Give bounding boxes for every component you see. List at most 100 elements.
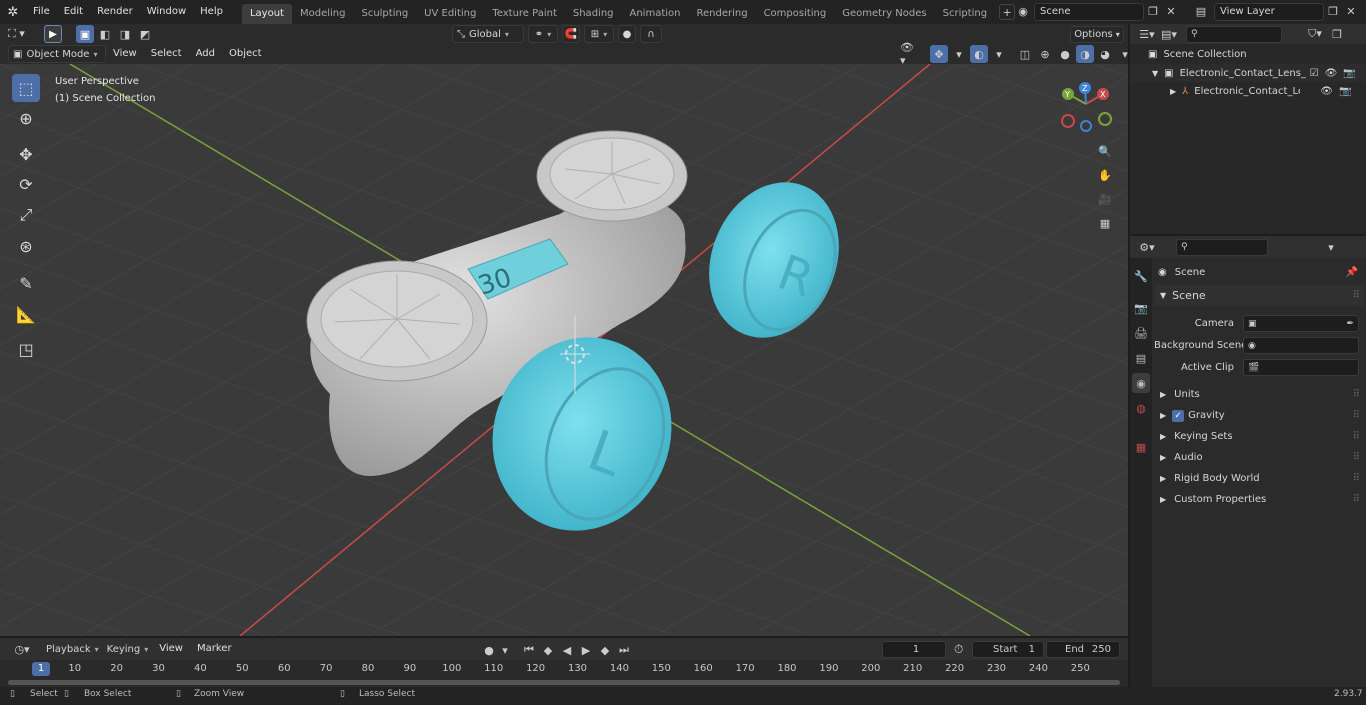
- current-frame-indicator[interactable]: 1: [32, 662, 50, 676]
- outliner-search-input[interactable]: ⚲: [1186, 25, 1282, 43]
- tab-rendering[interactable]: Rendering: [688, 4, 755, 24]
- view-layer-field[interactable]: View Layer: [1214, 2, 1324, 21]
- tab-uv-editing[interactable]: UV Editing: [416, 4, 484, 24]
- texture-tab-icon[interactable]: ▦: [1132, 437, 1150, 457]
- jump-start-icon[interactable]: ⏮: [520, 641, 538, 659]
- camera-field[interactable]: ▣ ✒: [1243, 315, 1359, 332]
- gravity-checkbox[interactable]: ✓: [1172, 409, 1185, 422]
- xray-toggle-icon[interactable]: ◫: [1016, 45, 1034, 63]
- pin-icon[interactable]: 📌: [1346, 267, 1358, 278]
- tab-shading[interactable]: Shading: [565, 4, 622, 24]
- tab-scripting[interactable]: Scripting: [935, 4, 995, 24]
- section-keying-sets[interactable]: ▶ Keying Sets ⠿: [1154, 426, 1364, 447]
- overlay-dropdown-icon[interactable]: ▾: [990, 45, 1008, 63]
- keying-menu[interactable]: Keying: [103, 640, 153, 658]
- timeline-scrollbar[interactable]: [8, 680, 1120, 685]
- move-tool-icon[interactable]: ✥: [12, 140, 40, 168]
- viewport-scene[interactable]: 30 R L: [0, 64, 1128, 636]
- drag-handle-icon[interactable]: ⠿: [1353, 389, 1360, 400]
- transform-tool-icon[interactable]: ⊛: [12, 232, 40, 260]
- scene-panel-header[interactable]: ▼ Scene ⠿: [1154, 285, 1364, 306]
- display-mode-icon[interactable]: ▤▾: [1160, 25, 1178, 43]
- prev-keyframe-icon[interactable]: ◆: [539, 641, 557, 659]
- properties-options-icon[interactable]: ▾: [1322, 238, 1340, 256]
- menu-help[interactable]: Help: [193, 0, 230, 24]
- menu-file[interactable]: File: [26, 0, 57, 24]
- preview-range-icon[interactable]: ⏱: [954, 642, 963, 657]
- menu-add[interactable]: Add: [189, 44, 222, 64]
- pivot-dropdown[interactable]: ⚭: [528, 25, 558, 43]
- new-scene-icon[interactable]: ❐: [1144, 3, 1162, 21]
- output-tab-icon[interactable]: 🖨: [1132, 323, 1150, 343]
- drag-handle-icon[interactable]: ⠿: [1353, 494, 1360, 505]
- new-collection-icon[interactable]: ❐: [1328, 25, 1346, 43]
- tab-compositing[interactable]: Compositing: [756, 4, 835, 24]
- rotate-tool-icon[interactable]: ⟳: [12, 170, 40, 198]
- drag-handle-icon[interactable]: ⠿: [1353, 290, 1360, 301]
- pan-hand-icon[interactable]: ✋: [1096, 166, 1114, 184]
- mode-dropdown[interactable]: ▣ Object Mode: [8, 45, 106, 63]
- add-cube-tool-icon[interactable]: ◳: [12, 335, 40, 363]
- background-scene-field[interactable]: ◉: [1243, 337, 1359, 354]
- section-rigid-body-world[interactable]: ▶ Rigid Body World ⠿: [1154, 468, 1364, 489]
- subtract-selection-icon[interactable]: ◨: [116, 25, 134, 43]
- drag-handle-icon[interactable]: ⠿: [1353, 452, 1360, 463]
- navigation-gizmo[interactable]: X Z Y: [1058, 82, 1118, 142]
- 3d-viewport[interactable]: 30 R L User Perspective (1) Scene Collec…: [0, 64, 1128, 636]
- jump-end-icon[interactable]: ⏭: [615, 641, 633, 659]
- expand-icon[interactable]: ▶: [1160, 411, 1166, 420]
- wireframe-shading-icon[interactable]: ⊕: [1036, 45, 1054, 63]
- snap-dropdown[interactable]: ⊞: [584, 25, 614, 43]
- select-box-tool-icon[interactable]: ⬚: [12, 74, 40, 102]
- end-frame-field[interactable]: End 250: [1046, 641, 1120, 658]
- collapse-icon[interactable]: ▼: [1160, 291, 1166, 300]
- outliner-item-case[interactable]: ▼ ▣ Electronic_Contact_Lens_Case ☑ 👁 📷: [1130, 64, 1366, 82]
- timeline-editor-icon[interactable]: ◷▾: [8, 640, 36, 658]
- include-checkbox-icon[interactable]: ☑: [1310, 68, 1319, 79]
- record-icon[interactable]: ●: [480, 641, 498, 659]
- outliner-item-lens[interactable]: ▶ ⅄ Electronic_Contact_Lens_ 👁 📷: [1130, 82, 1366, 100]
- blender-logo-icon[interactable]: ✲: [0, 5, 26, 20]
- menu-edit[interactable]: Edit: [57, 0, 90, 24]
- playback-menu[interactable]: Playback: [42, 640, 103, 658]
- drag-handle-icon[interactable]: ⠿: [1353, 431, 1360, 442]
- section-gravity[interactable]: ▶ ✓ Gravity ⠿: [1154, 405, 1364, 426]
- delete-view-layer-icon[interactable]: ✕: [1342, 3, 1360, 21]
- tab-modeling[interactable]: Modeling: [292, 4, 354, 24]
- drag-handle-icon[interactable]: ⠿: [1353, 410, 1360, 421]
- expand-icon[interactable]: ▶: [1160, 432, 1166, 441]
- scene-name-field[interactable]: Scene: [1034, 2, 1144, 21]
- next-keyframe-icon[interactable]: ◆: [596, 641, 614, 659]
- record-dropdown-icon[interactable]: ▾: [499, 641, 511, 659]
- play-icon[interactable]: ▶: [577, 641, 595, 659]
- expand-icon[interactable]: ▶: [1170, 87, 1176, 96]
- gizmo-toggle-icon[interactable]: ✥: [930, 45, 948, 63]
- tab-animation[interactable]: Animation: [622, 4, 689, 24]
- tab-texture-paint[interactable]: Texture Paint: [484, 4, 565, 24]
- selection-mode-group[interactable]: ▣ ◧ ◨ ◩: [76, 25, 162, 43]
- timeline-ruler[interactable]: 10 20 30 40 50 60 70 80 90 100 110 120 130 140 150 160 1…: [0, 660, 1128, 680]
- falloff-dropdown[interactable]: ∩: [640, 25, 662, 43]
- expand-icon[interactable]: ▶: [1160, 474, 1166, 483]
- visibility-dropdown-icon[interactable]: 👁▾: [900, 41, 918, 67]
- drag-handle-icon[interactable]: ⠿: [1353, 473, 1360, 484]
- annotate-tool-icon[interactable]: ✎: [12, 269, 40, 297]
- expand-icon[interactable]: ▼: [1152, 69, 1158, 78]
- menu-render[interactable]: Render: [90, 0, 140, 24]
- view-layer-tab-icon[interactable]: ▤: [1132, 348, 1150, 368]
- visibility-eye-icon[interactable]: 👁: [1325, 68, 1338, 79]
- filter-icon[interactable]: ⛉▾: [1306, 25, 1324, 43]
- menu-object[interactable]: Object: [222, 44, 269, 64]
- tab-geometry-nodes[interactable]: Geometry Nodes: [834, 4, 934, 24]
- options-button[interactable]: Options ▾: [1070, 26, 1124, 43]
- new-selection-icon[interactable]: ▣: [76, 25, 94, 43]
- outliner-editor-icon[interactable]: ☰▾: [1138, 25, 1156, 43]
- properties-search-input[interactable]: ⚲: [1176, 238, 1268, 256]
- new-view-layer-icon[interactable]: ❐: [1324, 3, 1342, 21]
- scale-tool-icon[interactable]: ⤢: [12, 201, 40, 229]
- expand-icon[interactable]: ▶: [1160, 453, 1166, 462]
- camera-view-icon[interactable]: 🎥: [1096, 190, 1114, 208]
- editor-type-button[interactable]: ⛶ ▾: [8, 25, 36, 43]
- outliner-root[interactable]: ▣ Scene Collection: [1130, 44, 1366, 64]
- eyedropper-icon[interactable]: ✒: [1346, 319, 1354, 329]
